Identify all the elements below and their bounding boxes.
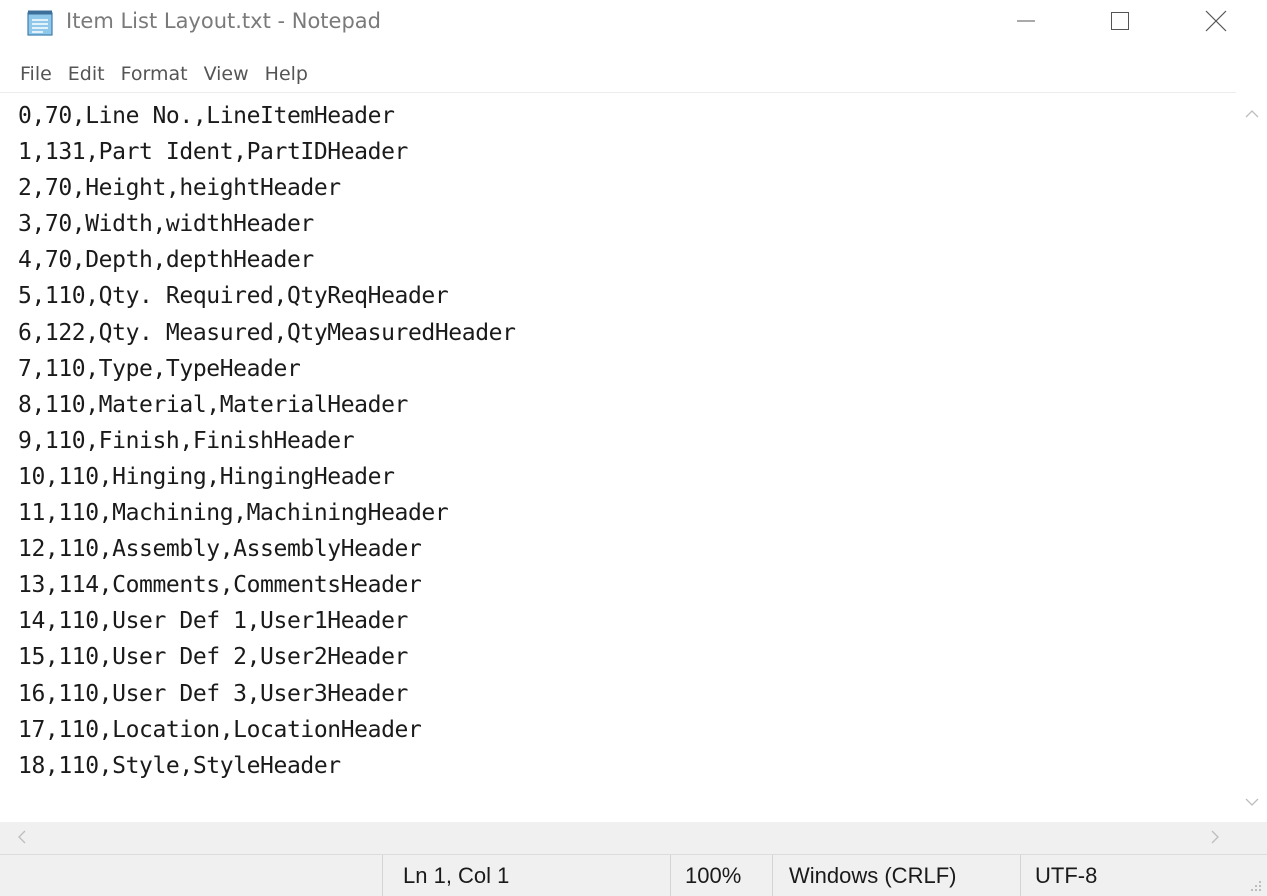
text-line: 18,110,Style,StyleHeader — [18, 752, 341, 779]
line-ending: Windows (CRLF) — [772, 855, 1020, 896]
text-line: 12,110,Assembly,AssemblyHeader — [18, 536, 422, 563]
minimize-icon — [1016, 11, 1036, 35]
text-line: 1,131,Part Ident,PartIDHeader — [18, 139, 408, 166]
text-line: 16,110,User Def 3,User3Header — [18, 680, 408, 707]
close-button[interactable] — [1193, 0, 1239, 46]
minimize-button[interactable] — [1003, 0, 1049, 46]
text-line: 9,110,Finish,FinishHeader — [18, 427, 355, 454]
text-line: 11,110,Machining,MachiningHeader — [18, 500, 449, 527]
text-editor-area[interactable]: 0,70,Line No.,LineItemHeader 1,131,Part I… — [0, 92, 1236, 823]
text-line: 4,70,Depth,depthHeader — [18, 247, 314, 274]
text-line: 0,70,Line No.,LineItemHeader — [18, 103, 395, 129]
text-line: 5,110,Qty. Required,QtyReqHeader — [18, 283, 449, 310]
chevron-right-icon — [1210, 829, 1220, 848]
close-icon — [1205, 10, 1227, 36]
text-line: 14,110,User Def 1,User1Header — [18, 608, 408, 635]
text-line: 10,110,Hinging,HingingHeader — [18, 463, 395, 490]
title-bar[interactable]: Item List Layout.txt - Notepad — [0, 0, 1267, 46]
encoding: UTF-8 — [1020, 855, 1240, 896]
text-line: 3,70,Width,widthHeader — [18, 211, 314, 238]
text-line: 8,110,Material,MaterialHeader — [18, 391, 408, 418]
menu-bar: File Edit Format View Help — [0, 56, 1267, 92]
scrollbar-corner — [1236, 822, 1267, 854]
maximize-icon — [1110, 11, 1130, 35]
maximize-button[interactable] — [1097, 0, 1143, 46]
horizontal-scrollbar[interactable] — [0, 822, 1236, 854]
scroll-right-button[interactable] — [1199, 823, 1230, 853]
scroll-up-button[interactable] — [1236, 98, 1267, 128]
text-line: 17,110,Location,LocationHeader — [18, 716, 422, 743]
text-line: 7,110,Type,TypeHeader — [18, 355, 301, 382]
window-title: Item List Layout.txt - Notepad — [66, 9, 381, 33]
scroll-down-button[interactable] — [1236, 786, 1267, 816]
status-bar: Ln 1, Col 1 100% Windows (CRLF) UTF-8 — [0, 854, 1267, 896]
text-line: 13,114,Comments,CommentsHeader — [18, 572, 422, 599]
menu-edit[interactable]: Edit — [60, 63, 113, 85]
menu-view[interactable]: View — [196, 63, 257, 85]
chevron-down-icon — [1245, 792, 1259, 811]
scroll-left-button[interactable] — [6, 823, 37, 853]
menu-format[interactable]: Format — [113, 63, 196, 85]
text-line: 15,110,User Def 2,User2Header — [18, 644, 408, 671]
notepad-icon — [25, 9, 55, 37]
cursor-position: Ln 1, Col 1 — [382, 855, 670, 896]
zoom-level: 100% — [670, 855, 772, 896]
menu-help[interactable]: Help — [257, 63, 316, 85]
chevron-left-icon — [17, 829, 27, 848]
resize-grip-icon[interactable] — [1247, 877, 1263, 893]
chevron-up-icon — [1245, 104, 1259, 123]
text-line: 6,122,Qty. Measured,QtyMeasuredHeader — [18, 319, 516, 346]
notepad-window: Item List Layout.txt - Notepad File Edit… — [0, 0, 1267, 896]
vertical-scrollbar[interactable] — [1236, 92, 1267, 822]
text-line: 2,70,Height,heightHeader — [18, 175, 341, 202]
text-content[interactable]: 0,70,Line No.,LineItemHeader 1,131,Part I… — [0, 93, 1236, 784]
menu-file[interactable]: File — [0, 63, 60, 85]
